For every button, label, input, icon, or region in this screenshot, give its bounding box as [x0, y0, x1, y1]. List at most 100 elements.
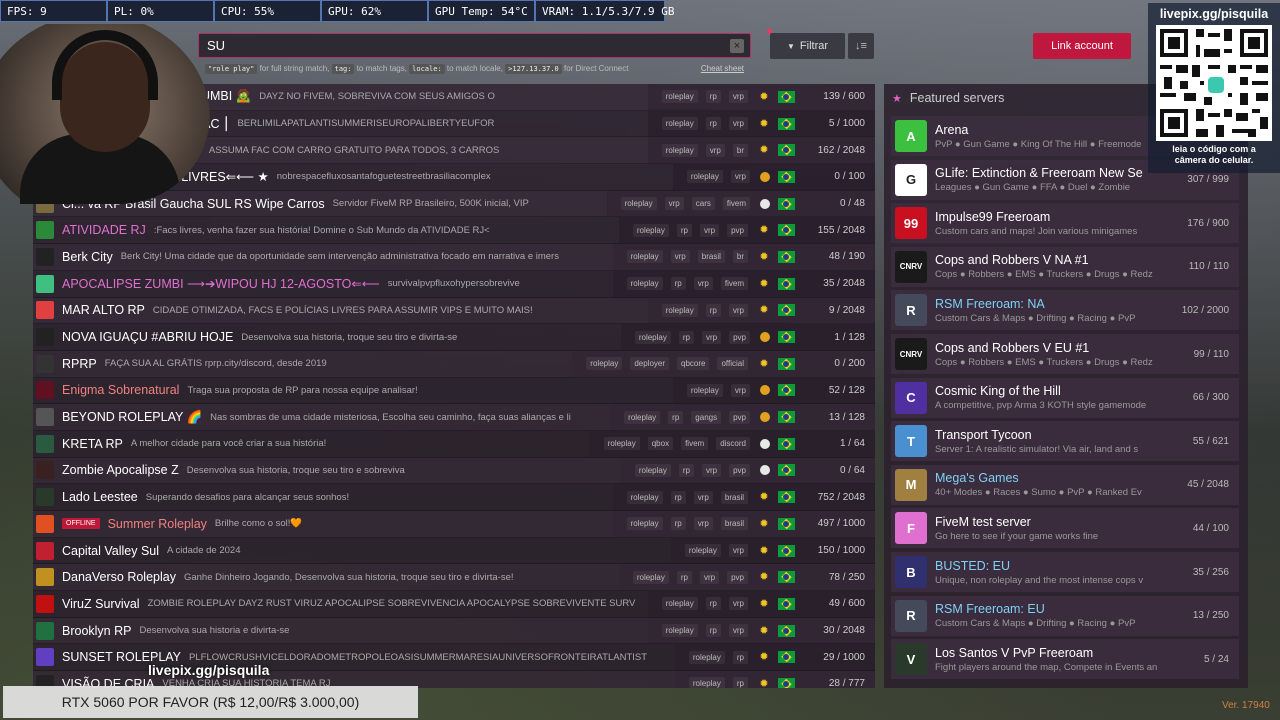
server-tag[interactable]: roleplay: [688, 677, 725, 688]
server-tag[interactable]: rp: [732, 677, 748, 688]
server-tag[interactable]: vrp: [728, 90, 748, 104]
server-tag[interactable]: rp: [678, 463, 694, 477]
server-tag[interactable]: rp: [705, 624, 721, 638]
server-tag[interactable]: vrp: [693, 490, 713, 504]
featured-server-item[interactable]: CNRV Cops and Robbers V EU #1 Cops ● Robbe…: [891, 334, 1239, 374]
server-tag[interactable]: vrp: [701, 463, 722, 477]
server-tag[interactable]: deployer: [630, 357, 669, 371]
server-row[interactable]: KRETA RP A melhor cidade para você criar …: [33, 430, 875, 458]
server-row[interactable]: DanaVerso Roleplay Ganhe Dinheiro Jogando…: [33, 564, 875, 592]
server-row[interactable]: BEYOND ROLEPLAY 🌈 Nas sombras de uma cida…: [33, 404, 875, 431]
server-tag[interactable]: roleplay: [634, 330, 671, 344]
featured-server-item[interactable]: CNRV Cops and Robbers V NA #1 Cops ● Robbe…: [891, 246, 1239, 287]
server-tag[interactable]: rp: [705, 597, 721, 611]
server-tag[interactable]: vrp: [664, 197, 684, 211]
server-tag[interactable]: roleplay: [624, 410, 661, 424]
server-tag[interactable]: roleplay: [686, 170, 723, 184]
server-row[interactable]: Berk City Berk City! Uma cidade que da op…: [33, 244, 875, 271]
server-tag[interactable]: qbox: [647, 437, 674, 451]
server-row[interactable]: APOCALIPSE ZUMBI ⟶➔WIPOU HJ 12-AGOSTO⇐⟵ s…: [33, 270, 875, 298]
server-tag[interactable]: fivem: [681, 437, 709, 451]
server-tag[interactable]: roleplay: [603, 437, 640, 451]
clear-search-icon[interactable]: ×: [730, 39, 744, 53]
featured-server-item[interactable]: C Cosmic King of the Hill A competitive, p…: [891, 377, 1239, 418]
server-row[interactable]: Brooklyn RP Desenvolva sua historia e div…: [33, 617, 875, 645]
featured-server-item[interactable]: V Los Santos V PvP Freeroam Fight players …: [891, 639, 1239, 680]
server-tag[interactable]: roleplay: [661, 117, 698, 131]
server-tag[interactable]: pvp: [727, 223, 748, 237]
cheat-sheet-link[interactable]: Cheat sheet: [701, 64, 744, 73]
server-tag[interactable]: vrp: [728, 303, 748, 317]
server-tag[interactable]: vrp: [699, 223, 720, 237]
server-tag[interactable]: roleplay: [620, 197, 657, 211]
server-tag[interactable]: pvp: [727, 570, 748, 584]
server-tag[interactable]: rp: [676, 570, 692, 584]
server-tag[interactable]: roleplay: [688, 650, 725, 664]
link-account-button[interactable]: Link account: [1033, 33, 1131, 59]
server-tag[interactable]: rp: [678, 330, 694, 344]
featured-server-item[interactable]: R RSM Freeroam: EU Custom Cars & Maps ● Dr…: [891, 595, 1239, 636]
server-tag[interactable]: roleplay: [586, 357, 623, 371]
server-tag[interactable]: roleplay: [634, 463, 671, 477]
server-tag[interactable]: br: [732, 143, 748, 157]
server-tag[interactable]: roleplay: [632, 223, 669, 237]
server-tag[interactable]: brasil: [720, 490, 748, 504]
server-tag[interactable]: vrp: [728, 117, 748, 131]
server-tag[interactable]: vrp: [699, 570, 720, 584]
server-tag[interactable]: rp: [705, 90, 721, 104]
server-tag[interactable]: brasil: [720, 517, 748, 531]
server-row[interactable]: Enigma Sobrenatural Traga sua proposta de…: [33, 377, 875, 405]
filter-button[interactable]: ▼ Filtrar: [770, 33, 845, 59]
server-row[interactable]: NOVA IGUAÇU #ABRIU HOJE Desenvolva sua hi…: [33, 324, 875, 351]
featured-server-item[interactable]: M Mega's Games 40+ Modes ● Races ● Sumo ● …: [891, 464, 1239, 505]
server-tag[interactable]: br: [732, 250, 748, 264]
server-tag[interactable]: roleplay: [661, 597, 698, 611]
server-tag[interactable]: rp: [670, 517, 686, 531]
server-row[interactable]: RPRP FAÇA SUA AL GRÁTIS rprp.city/discord…: [33, 350, 875, 378]
server-tag[interactable]: pvp: [729, 410, 750, 424]
server-tag[interactable]: vrp: [730, 383, 750, 397]
server-row[interactable]: ViruZ Survival ZOMBIE ROLEPLAY DAYZ RUST …: [33, 591, 875, 618]
server-tag[interactable]: qbcore: [677, 357, 710, 371]
server-tag[interactable]: rp: [732, 650, 748, 664]
server-tag[interactable]: discord: [716, 437, 750, 451]
server-tag[interactable]: roleplay: [684, 544, 721, 558]
server-tag[interactable]: rp: [668, 410, 684, 424]
server-tag[interactable]: vrp: [701, 330, 722, 344]
server-row[interactable]: OFFLINE Summer Roleplay Brilhe como o sol!…: [33, 511, 875, 538]
server-tag[interactable]: fivem: [720, 277, 748, 291]
server-tag[interactable]: rp: [676, 223, 692, 237]
server-tag[interactable]: roleplay: [661, 624, 698, 638]
server-tag[interactable]: roleplay: [626, 250, 663, 264]
server-tag[interactable]: brasil: [697, 250, 725, 264]
server-tag[interactable]: vrp: [728, 544, 748, 558]
server-tag[interactable]: rp: [670, 490, 686, 504]
featured-server-item[interactable]: T Transport Tycoon Server 1: A realistic s…: [891, 421, 1239, 462]
server-tag[interactable]: pvp: [729, 463, 750, 477]
server-tag[interactable]: cars: [691, 197, 715, 211]
server-tag[interactable]: roleplay: [661, 303, 698, 317]
server-row[interactable]: Lado Leestee Superando desafios para alca…: [33, 484, 875, 511]
server-tag[interactable]: vrp: [705, 143, 725, 157]
server-tag[interactable]: roleplay: [686, 383, 723, 397]
server-tag[interactable]: fivem: [722, 197, 750, 211]
server-tag[interactable]: gangs: [691, 410, 722, 424]
server-tag[interactable]: roleplay: [661, 90, 698, 104]
server-tag[interactable]: vrp: [670, 250, 690, 264]
server-row[interactable]: Zombie Apocalipse Z Desenvolva sua histor…: [33, 457, 875, 485]
server-tag[interactable]: vrp: [728, 624, 748, 638]
server-tag[interactable]: rp: [705, 303, 721, 317]
featured-server-item[interactable]: 99 Impulse99 Freeroam Custom cars and maps…: [891, 203, 1239, 244]
sort-button[interactable]: ↓≡: [848, 33, 874, 59]
server-tag[interactable]: vrp: [728, 597, 748, 611]
server-tag[interactable]: rp: [670, 277, 686, 291]
server-tag[interactable]: rp: [705, 117, 721, 131]
featured-server-item[interactable]: F FiveM test server Go here to see if your…: [891, 508, 1239, 549]
server-tag[interactable]: pvp: [729, 330, 750, 344]
server-row[interactable]: ATIVIDADE RJ:Facs livres, venha fazer su…: [33, 217, 875, 245]
search-box[interactable]: ×: [198, 33, 751, 58]
featured-server-item[interactable]: B BUSTED: EU Unique, non roleplay and the …: [891, 552, 1239, 592]
server-tag[interactable]: roleplay: [632, 570, 669, 584]
featured-server-item[interactable]: R RSM Freeroam: NA Custom Cars & Maps ● Dr…: [891, 290, 1239, 331]
server-tag[interactable]: vrp: [693, 277, 713, 291]
